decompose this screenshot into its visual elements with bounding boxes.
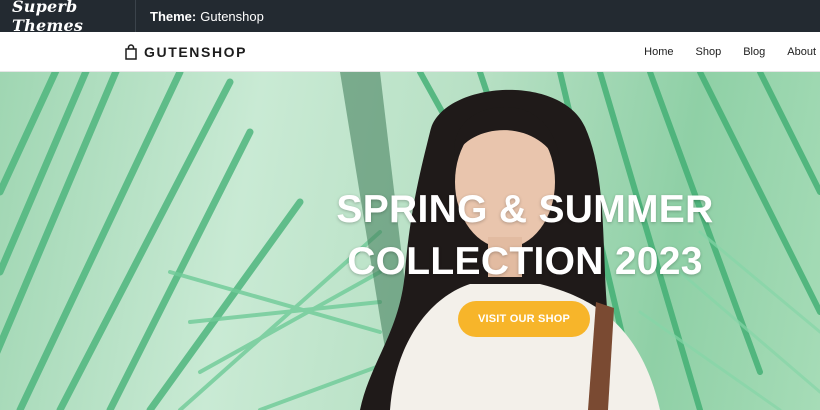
site-header: GUTENSHOP Home Shop Blog About — [0, 32, 820, 72]
nav-home[interactable]: Home — [644, 46, 673, 58]
hero-banner: SPRING & SUMMER COLLECTION 2023 VISIT OU… — [0, 72, 820, 410]
nav-blog[interactable]: Blog — [743, 46, 765, 58]
hero-title: SPRING & SUMMER COLLECTION 2023 — [330, 184, 720, 288]
visit-shop-button[interactable]: VISIT OUR SHOP — [458, 301, 590, 337]
theme-info: Theme: Gutenshop — [136, 9, 264, 24]
nav-about[interactable]: About — [787, 46, 816, 58]
theme-label: Theme: — [150, 8, 197, 24]
brand-name: GUTENSHOP — [144, 44, 248, 60]
superb-themes-logo[interactable]: Superb Themes — [0, 0, 136, 35]
nav-shop[interactable]: Shop — [696, 46, 722, 58]
hero-title-line2: COLLECTION 2023 — [347, 240, 703, 283]
shopping-bag-icon — [125, 44, 137, 60]
theme-name: Gutenshop — [200, 8, 264, 24]
main-nav: Home Shop Blog About — [622, 32, 816, 72]
hero-title-line1: SPRING & SUMMER — [336, 188, 714, 231]
site-brand[interactable]: GUTENSHOP — [124, 32, 247, 72]
demo-bar: Superb Themes Theme: Gutenshop — [0, 0, 820, 35]
